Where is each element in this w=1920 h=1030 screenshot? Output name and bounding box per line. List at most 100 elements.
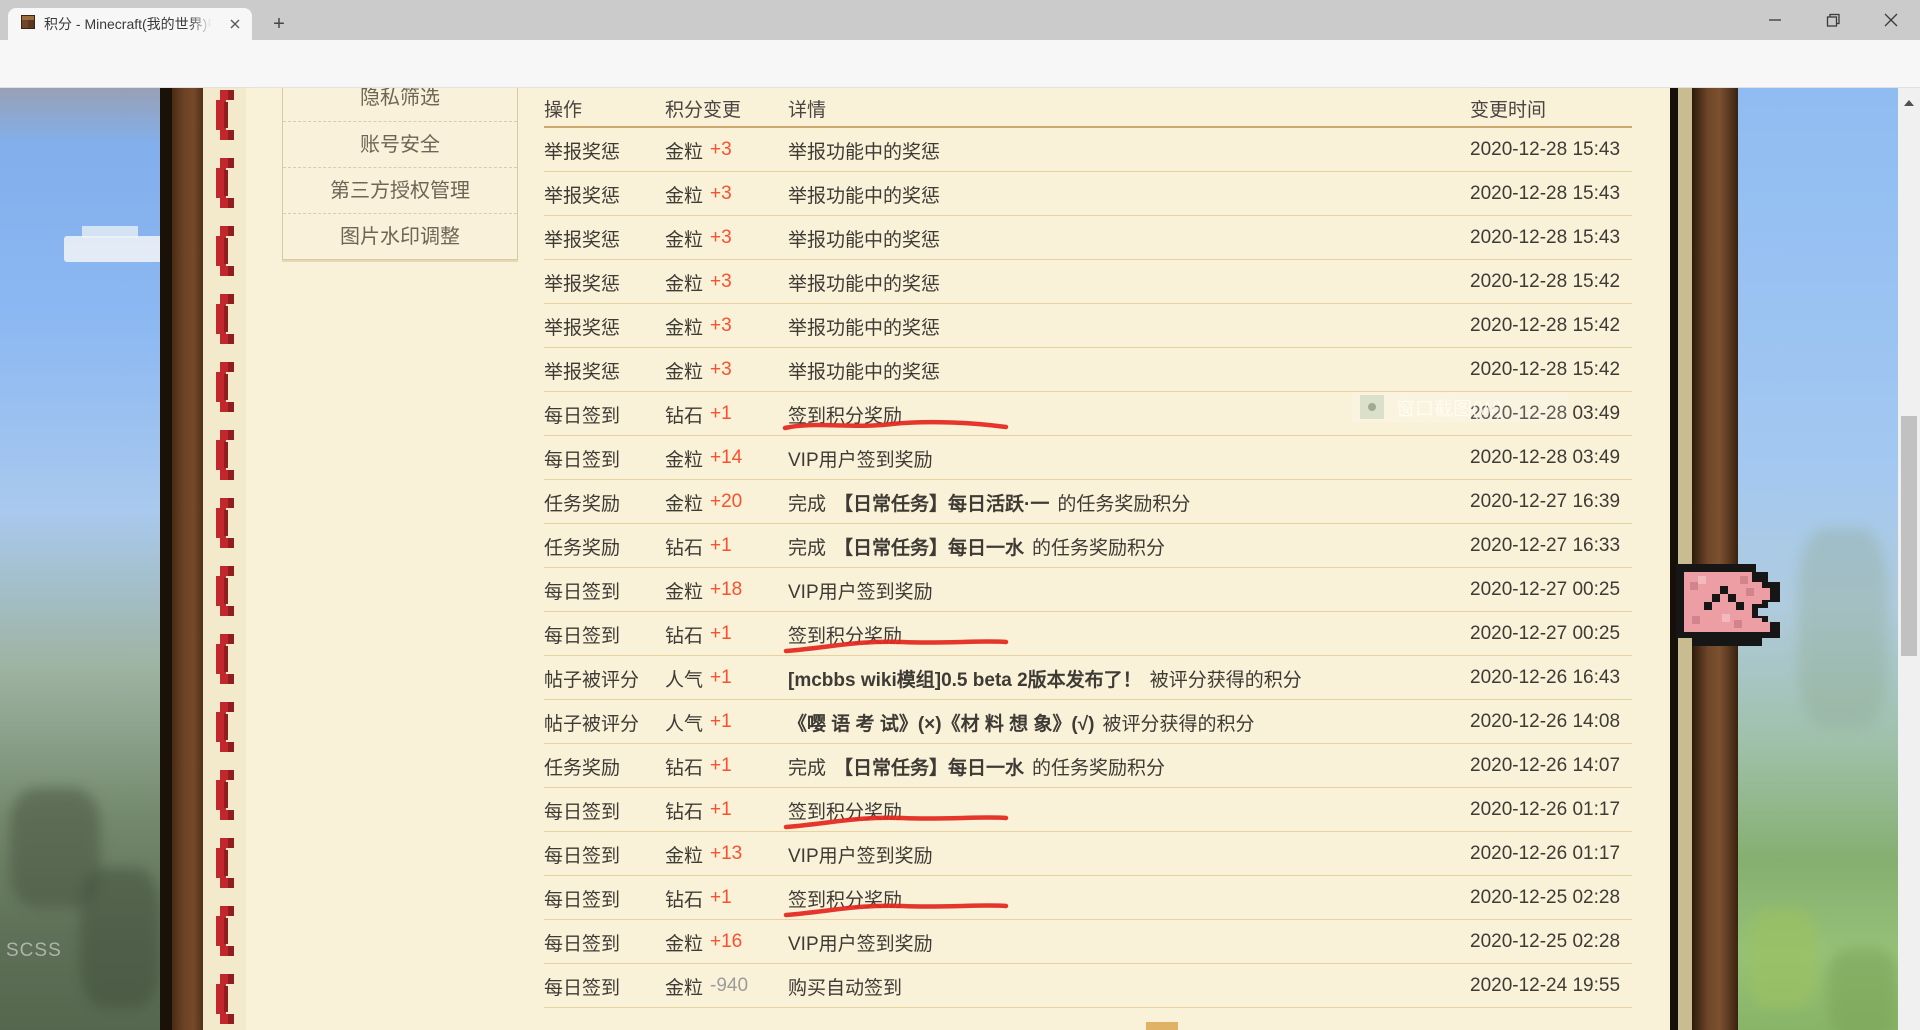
table-row: 任务奖励 金粒 +20 完成 【日常任务】每日活跃·一 的任务奖励积分 2020-12-27… <box>544 480 1632 524</box>
amount-value: +1 <box>710 755 732 776</box>
time-cell: 2020-12-27 16:33 <box>1470 535 1621 556</box>
detail-cell: 签到积分奖励 <box>788 889 903 911</box>
time-cell: 2020-12-28 15:42 <box>1470 271 1621 292</box>
detail-cell: 举报功能中的奖惩 <box>788 141 941 163</box>
table-row: 任务奖励 钻石 +1 完成 【日常任务】每日一水 的任务奖励积分 2020-12-26 14… <box>544 744 1632 788</box>
credit-cell: 金粒 +18 <box>665 579 743 603</box>
browser-titlebar: 积分 - Minecraft(我的世界)中文论坛 + <box>0 0 1920 40</box>
credit-cell: 金粒 +3 <box>665 183 732 207</box>
book-stitch-decoration <box>212 226 238 281</box>
amount-value: +16 <box>710 931 743 952</box>
detail-cell: 举报功能中的奖惩 <box>788 317 941 339</box>
restore-button[interactable] <box>1804 0 1862 40</box>
book-stitch-decoration <box>212 498 238 553</box>
sidebar-item[interactable]: 图片水印调整 <box>283 213 517 259</box>
amount-value: +1 <box>710 799 732 820</box>
credit-cell: 钻石 +1 <box>665 623 732 647</box>
table-row: 每日签到 钻石 +1 签到积分奖励 2020-12-25 02:28 <box>544 876 1632 920</box>
amount-value: +1 <box>710 535 732 556</box>
book-stitch-decoration <box>212 770 238 825</box>
op-cell: 举报奖惩 <box>544 361 621 383</box>
op-cell: 每日签到 <box>544 933 621 955</box>
tree-silhouette <box>80 868 160 1008</box>
table-row: 每日签到 金粒 +18 VIP用户签到奖励 2020-12-27 00:25 <box>544 568 1632 612</box>
settings-sidebar-menu: 隐私筛选 账号安全 第三方授权管理 图片水印调整 <box>282 88 518 260</box>
op-cell: 每日签到 <box>544 801 621 823</box>
minimize-button[interactable] <box>1746 0 1804 40</box>
op-cell: 每日签到 <box>544 977 621 999</box>
credit-cell: 钻石 +1 <box>665 535 732 559</box>
book-stitch-decoration <box>212 362 238 417</box>
browser-tab[interactable]: 积分 - Minecraft(我的世界)中文论坛 <box>8 8 252 40</box>
amount-value: +1 <box>710 403 732 424</box>
time-cell: 2020-12-26 14:08 <box>1470 711 1621 732</box>
table-row: 每日签到 钻石 +1 签到积分奖励 2020-12-26 01:17 <box>544 788 1632 832</box>
credit-cell: 金粒 +3 <box>665 315 732 339</box>
detail-cell: 举报功能中的奖惩 <box>788 361 941 383</box>
amount-value: +3 <box>710 183 732 204</box>
book-cover-right <box>1692 88 1738 1030</box>
detail-cell: 举报功能中的奖惩 <box>788 273 941 295</box>
sidebar-item[interactable]: 隐私筛选 <box>283 88 517 121</box>
table-row: 举报奖惩 金粒 +3 举报功能中的奖惩 2020-12-28 15:43 <box>544 128 1632 172</box>
op-cell: 帖子被评分 <box>544 669 640 691</box>
credit-log-table: 操作 积分变更 详情 变更时间 举报奖惩 金粒 +3 举报功能中的奖惩 2020-12-… <box>544 88 1632 1030</box>
amount-value: +14 <box>710 447 743 468</box>
close-button[interactable] <box>1862 0 1920 40</box>
new-tab-button[interactable]: + <box>266 12 292 36</box>
sidebar-item[interactable]: 账号安全 <box>283 121 517 167</box>
amount-value: +3 <box>710 139 732 160</box>
detail-cell: VIP用户签到奖励 <box>788 449 933 471</box>
scrollbar-up-arrow[interactable] <box>1898 94 1920 112</box>
book-stitch-decoration <box>212 90 238 145</box>
credit-cell: 金粒 +16 <box>665 931 743 955</box>
detail-cell: 举报功能中的奖惩 <box>788 229 941 251</box>
amount-value: +3 <box>710 227 732 248</box>
detail-cell: 签到积分奖励 <box>788 405 903 427</box>
book-stitch-decoration <box>212 566 238 621</box>
time-cell: 2020-12-25 02:28 <box>1470 887 1621 908</box>
time-cell: 2020-12-27 00:25 <box>1470 623 1621 644</box>
detail-cell: 签到积分奖励 <box>788 625 903 647</box>
credit-cell: 金粒 +3 <box>665 271 732 295</box>
op-cell: 举报奖惩 <box>544 229 621 251</box>
op-cell: 举报奖惩 <box>544 273 621 295</box>
page-scrollbar[interactable] <box>1898 88 1920 1030</box>
credit-cell: 人气 +1 <box>665 667 732 691</box>
pagination-button-partial[interactable] <box>1146 1022 1178 1030</box>
detail-cell: 购买自动签到 <box>788 977 903 999</box>
tab-close-icon[interactable] <box>226 15 244 33</box>
book-stitch-decoration <box>212 838 238 893</box>
book-cover-edge <box>160 88 172 1030</box>
minecraft-background-left: SCSS <box>0 88 162 1030</box>
time-cell: 2020-12-28 15:43 <box>1470 227 1621 248</box>
detail-cell: VIP用户签到奖励 <box>788 581 933 603</box>
book-stitch-decoration <box>212 430 238 485</box>
table-row: 每日签到 金粒 +14 VIP用户签到奖励 2020-12-28 03:49 <box>544 436 1632 480</box>
tab-title: 积分 - Minecraft(我的世界)中文论坛 <box>44 16 212 32</box>
amount-value: +20 <box>710 491 743 512</box>
amount-value: +3 <box>710 359 732 380</box>
detail-cell: VIP用户签到奖励 <box>788 845 933 867</box>
tree-silhouette <box>1798 528 1888 728</box>
credit-cell: 钻石 +1 <box>665 403 732 427</box>
table-row: 每日签到 钻石 +1 签到积分奖励 2020-12-27 00:25 <box>544 612 1632 656</box>
screenshot-tool-overlay: 窗口截图(W) <box>1352 392 1568 422</box>
amount-value: +3 <box>710 271 732 292</box>
detail-cell: 签到积分奖励 <box>788 801 903 823</box>
sidebar-item[interactable]: 第三方授权管理 <box>283 167 517 213</box>
scrollbar-thumb[interactable] <box>1901 416 1917 656</box>
leaves-decoration <box>1828 948 1898 1030</box>
amount-value: +1 <box>710 711 732 732</box>
op-cell: 举报奖惩 <box>544 317 621 339</box>
table-row: 举报奖惩 金粒 +3 举报功能中的奖惩 2020-12-28 15:42 <box>544 304 1632 348</box>
leaves-decoration <box>1748 908 1818 1008</box>
detail-cell: 《嘤 语 考 试》(×)《材 料 想 象》(√) 被评分获得的积分 <box>788 713 1255 735</box>
time-cell: 2020-12-28 15:42 <box>1470 315 1621 336</box>
screenshot-tool-icon <box>1360 395 1384 419</box>
amount-value: +1 <box>710 887 732 908</box>
header-credit: 积分变更 <box>665 99 742 121</box>
book-cover-left <box>172 88 203 1030</box>
book-stitch-decoration <box>212 294 238 349</box>
amount-value: -940 <box>710 975 749 996</box>
